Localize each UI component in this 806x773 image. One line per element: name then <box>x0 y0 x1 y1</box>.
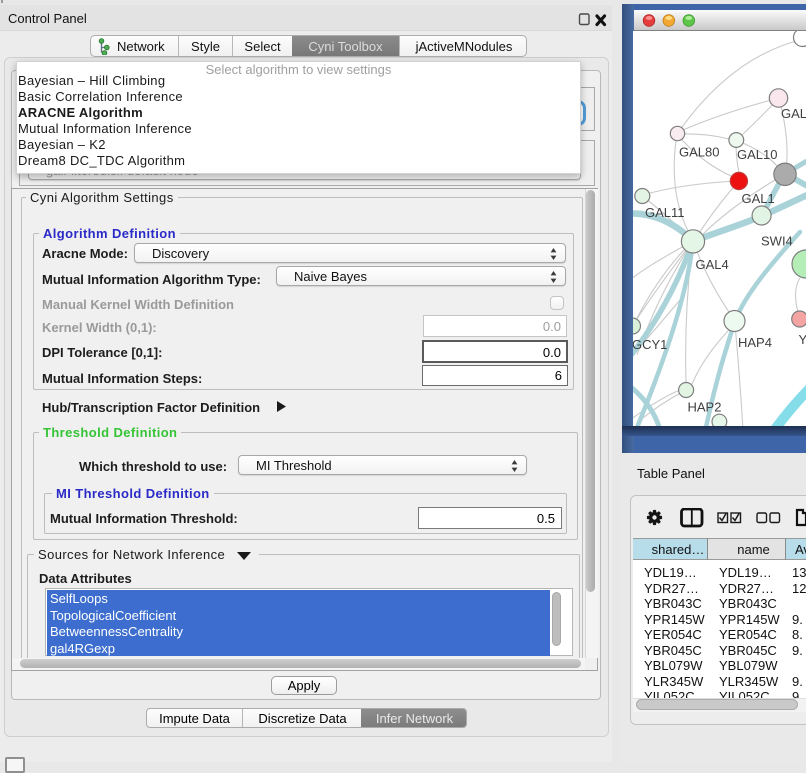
svg-text:SWI4: SWI4 <box>761 234 793 249</box>
svg-text:GAL80: GAL80 <box>679 144 719 159</box>
svg-text:Y: Y <box>799 332 806 347</box>
svg-text:GAL11: GAL11 <box>645 205 685 220</box>
svg-text:HAP4: HAP4 <box>738 335 772 350</box>
svg-text:GAL7: GAL7 <box>781 106 806 121</box>
svg-text:GAL1: GAL1 <box>742 191 775 206</box>
svg-text:GAL4: GAL4 <box>696 257 729 272</box>
svg-text:HAP2: HAP2 <box>688 400 722 415</box>
svg-text:GCY1: GCY1 <box>633 337 667 352</box>
svg-text:GAL10: GAL10 <box>737 147 777 162</box>
